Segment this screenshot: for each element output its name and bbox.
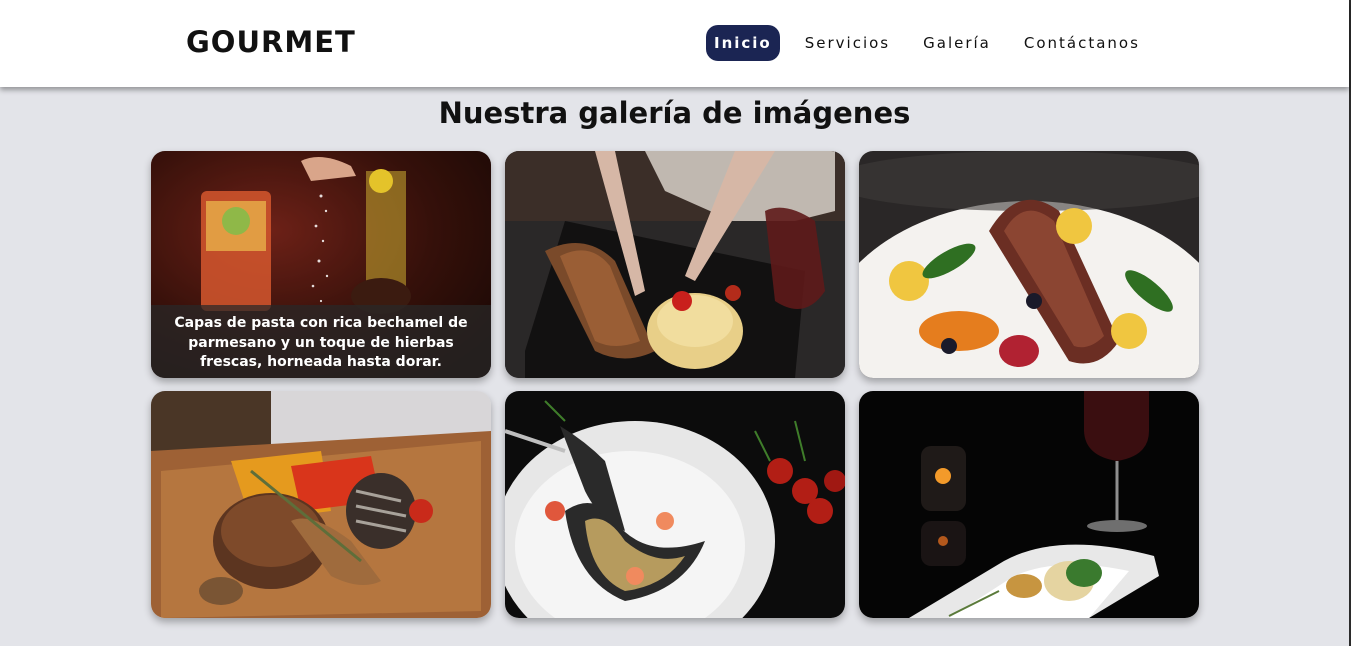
grilled-steak-image: [151, 391, 491, 618]
plated-dish-wine-image: [859, 391, 1199, 618]
image-gallery: Capas de pasta con rica bechamel de parm…: [151, 151, 1199, 618]
gallery-card-4[interactable]: [151, 391, 491, 618]
top-navbar: GOURMET Inicio Servicios Galería Contáct…: [0, 0, 1349, 87]
black-spaghetti-image: [505, 391, 845, 618]
main-nav: Inicio Servicios Galería Contáctanos: [706, 25, 1148, 61]
card-caption: Capas de pasta con rica bechamel de parm…: [151, 305, 491, 378]
gallery-card-1[interactable]: Capas de pasta con rica bechamel de parm…: [151, 151, 491, 378]
steak-mashed-potatoes-image: [505, 151, 845, 378]
nav-link-galeria[interactable]: Galería: [915, 25, 999, 61]
nav-link-inicio[interactable]: Inicio: [706, 25, 780, 61]
gallery-card-6[interactable]: [859, 391, 1199, 618]
nav-link-servicios[interactable]: Servicios: [797, 25, 898, 61]
duck-breast-image: [859, 151, 1199, 378]
gallery-title: Nuestra galería de imágenes: [438, 96, 911, 130]
brand-logo[interactable]: GOURMET: [186, 25, 356, 59]
gallery-card-2[interactable]: [505, 151, 845, 378]
gallery-card-3[interactable]: [859, 151, 1199, 378]
gallery-card-5[interactable]: [505, 391, 845, 618]
nav-link-contactanos[interactable]: Contáctanos: [1016, 25, 1148, 61]
